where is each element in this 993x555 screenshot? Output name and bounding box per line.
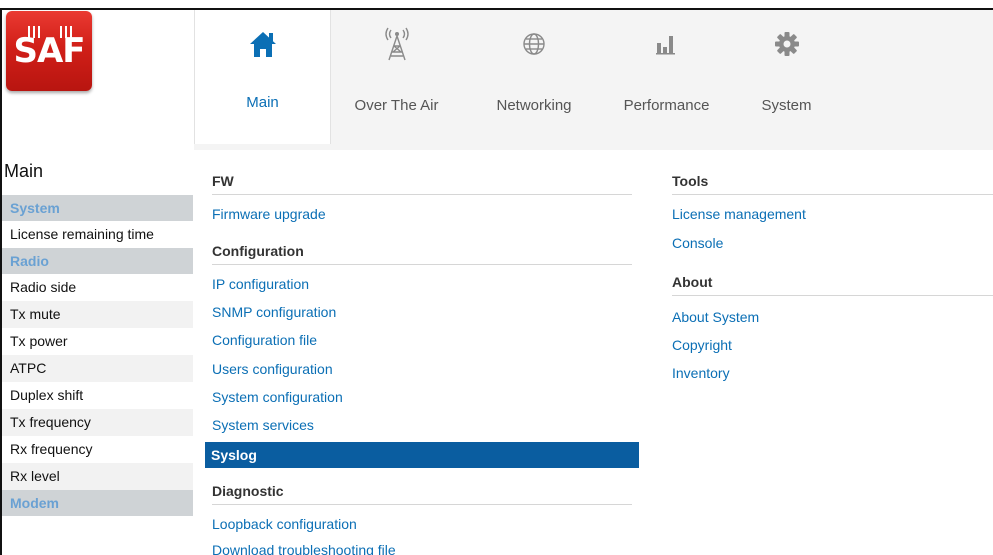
menu-link-loopback-configuration[interactable]: Loopback configuration [212, 516, 357, 532]
menu-link-ip-configuration[interactable]: IP configuration [212, 276, 309, 292]
tab-over-the-air-label: Over The Air [354, 97, 439, 114]
sidebar-item-rx-frequency[interactable]: Rx frequency [2, 436, 193, 463]
menu-link-inventory[interactable]: Inventory [672, 365, 730, 381]
tab-performance[interactable]: Performance [604, 10, 729, 144]
sidebar-item-license-remaining-time[interactable]: License remaining time [2, 221, 193, 248]
globe-icon [464, 24, 604, 64]
sidebar-item-radio-side[interactable]: Radio side [2, 274, 193, 301]
sidebar-item-tx-power[interactable]: Tx power [2, 328, 193, 355]
menu-link-download-troubleshooting-file[interactable]: Download troubleshooting file [212, 542, 396, 555]
menu-heading-tools: Tools [672, 173, 993, 195]
gear-icon [729, 24, 844, 64]
sidebar: Main System License remaining time Radio… [2, 150, 195, 555]
menu-link-users-configuration[interactable]: Users configuration [212, 361, 333, 377]
sidebar-title: Main [4, 161, 44, 181]
menu-heading-diagnostic: Diagnostic [212, 483, 632, 505]
menu-link-syslog[interactable]: Syslog [205, 442, 639, 468]
tab-main-label: Main [246, 94, 279, 111]
logo-area: SAF [2, 10, 194, 150]
menu-link-snmp-configuration[interactable]: SNMP configuration [212, 304, 336, 320]
menu-link-configuration-file[interactable]: Configuration file [212, 332, 317, 348]
sidebar-item-atpc[interactable]: ATPC [2, 355, 193, 382]
menu-link-about-system[interactable]: About System [672, 309, 759, 325]
sidebar-item-tx-frequency[interactable]: Tx frequency [2, 409, 193, 436]
main-dropdown-menu: FW Firmware upgrade Configuration IP con… [194, 150, 993, 555]
saf-logo[interactable]: SAF [6, 11, 92, 91]
menu-link-system-configuration[interactable]: System configuration [212, 389, 343, 405]
top-navigation: Main Over The Air Networking Performance… [194, 10, 993, 150]
sidebar-item-rx-level[interactable]: Rx level [2, 463, 193, 490]
sidebar-section-radio[interactable]: Radio [2, 248, 193, 274]
menu-link-license-management[interactable]: License management [672, 206, 806, 222]
tab-system[interactable]: System [729, 10, 844, 144]
tab-over-the-air[interactable]: Over The Air [329, 10, 464, 144]
logo-text: SAF [13, 31, 85, 71]
sidebar-item-tx-mute[interactable]: Tx mute [2, 301, 193, 328]
menu-link-console[interactable]: Console [672, 235, 723, 251]
bar-chart-icon [604, 24, 729, 64]
menu-heading-about: About [672, 274, 993, 296]
tab-system-label: System [761, 97, 812, 114]
tab-networking-label: Networking [496, 97, 572, 114]
sidebar-section-modem[interactable]: Modem [2, 490, 193, 516]
sidebar-item-duplex-shift[interactable]: Duplex shift [2, 382, 193, 409]
sidebar-section-system[interactable]: System [2, 195, 193, 221]
home-icon [195, 24, 330, 64]
menu-link-system-services[interactable]: System services [212, 417, 314, 433]
menu-heading-configuration: Configuration [212, 243, 632, 265]
menu-heading-fw: FW [212, 173, 632, 195]
tab-performance-label: Performance [623, 97, 710, 114]
menu-link-copyright[interactable]: Copyright [672, 337, 732, 353]
tab-main[interactable]: Main [194, 10, 331, 144]
app-frame: SAF Main Over The Air Networking Perform… [0, 8, 993, 555]
radio-tower-icon [329, 24, 464, 64]
tab-networking[interactable]: Networking [464, 10, 604, 144]
menu-link-firmware-upgrade[interactable]: Firmware upgrade [212, 206, 326, 222]
